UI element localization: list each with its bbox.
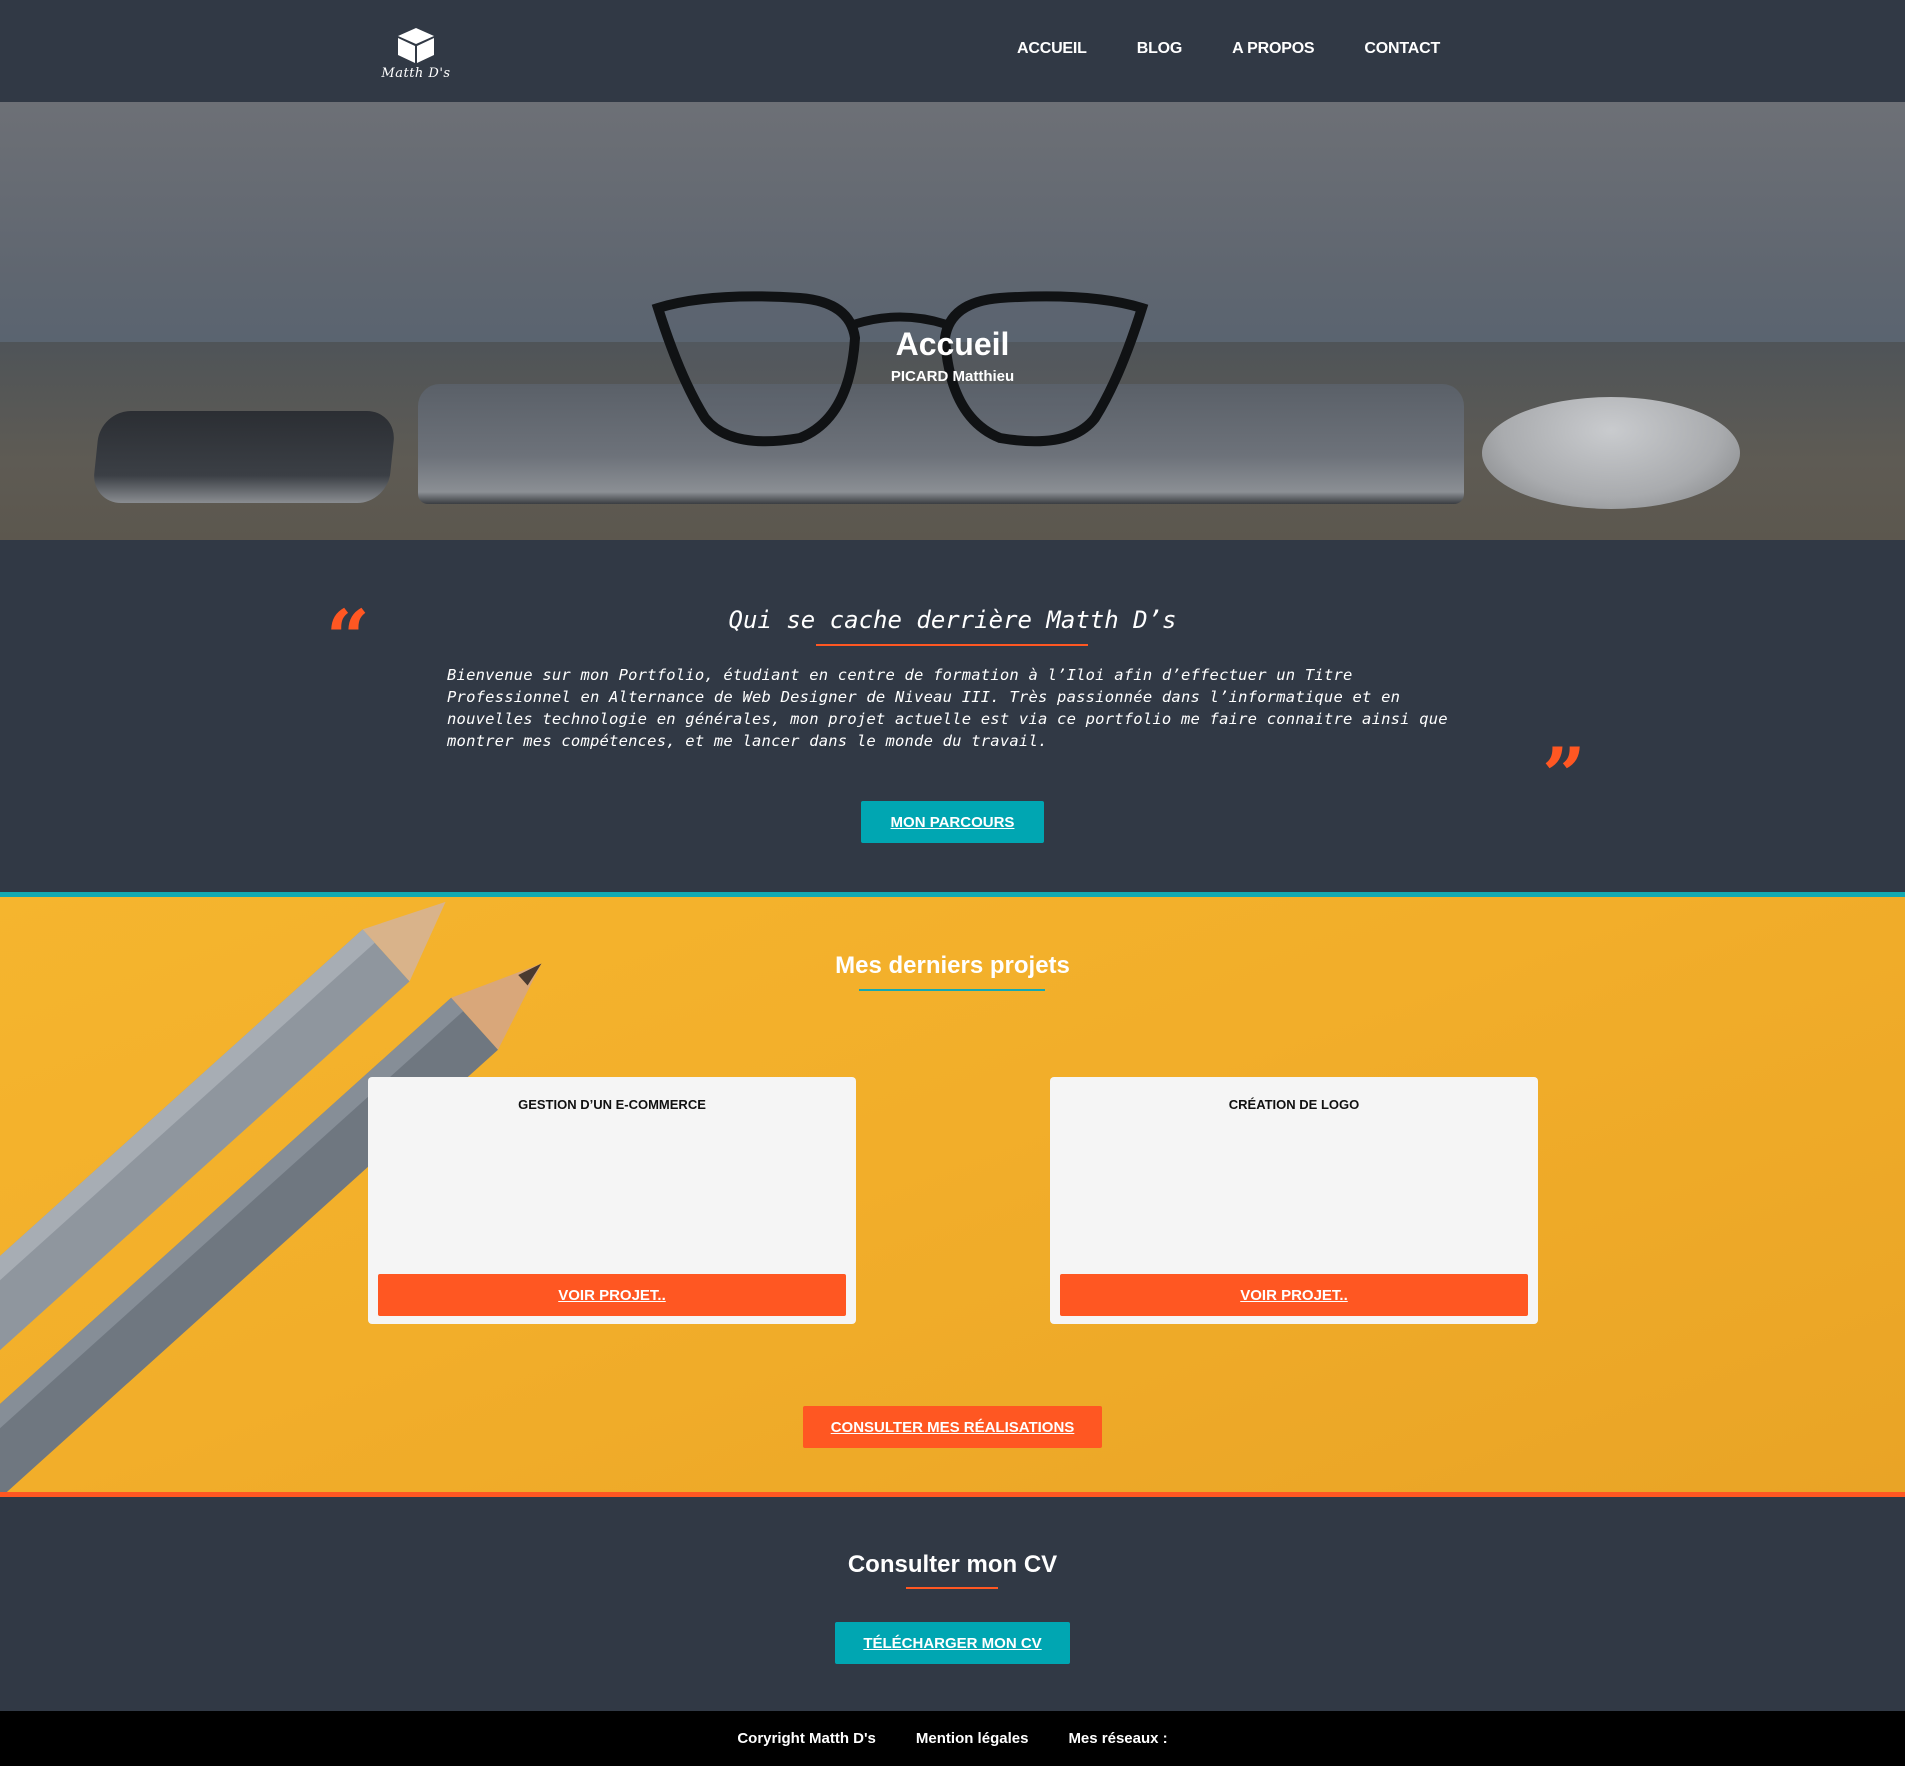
hero-banner: Accueil PICARD Matthieu — [0, 102, 1905, 540]
hero-title: Accueil — [895, 326, 1010, 362]
footer-social-label: Mes réseaux : — [1068, 1730, 1168, 1747]
nav-accueil[interactable]: ACCUEIL — [1017, 40, 1087, 58]
hero-subtitle: PICARD Matthieu — [890, 368, 1015, 385]
nav-contact[interactable]: CONTACT — [1364, 40, 1440, 58]
voir-projet-button[interactable]: VOIR PROJET.. — [378, 1274, 846, 1316]
project-card-logo: CRÉATION DE LOGO VOIR PROJET.. — [1050, 1077, 1538, 1324]
cv-title-underline — [906, 1587, 998, 1589]
site-header: Matth D's ACCUEIL BLOG A PROPOS CONTACT — [0, 0, 1905, 102]
cv-section: Consulter mon CV TÉLÉCHARGER MON CV — [0, 1497, 1905, 1711]
project-card-ecommerce: GESTION D’UN E-COMMERCE VOIR PROJET.. — [368, 1077, 856, 1324]
quote-close-icon: ” — [1542, 731, 1586, 820]
logo-text: Matth D's — [381, 66, 451, 81]
nav-blog[interactable]: BLOG — [1137, 40, 1183, 58]
projects-title: Mes derniers projets — [835, 952, 1070, 979]
site-footer: Coryright Matth D's Mention légales Mes … — [0, 1711, 1905, 1766]
project-card-title: CRÉATION DE LOGO — [1228, 1097, 1360, 1112]
cv-title: Consulter mon CV — [847, 1551, 1058, 1578]
main-nav: ACCUEIL BLOG A PROPOS CONTACT — [1017, 40, 1440, 58]
projects-title-underline — [859, 989, 1045, 991]
cube-logo-icon — [398, 28, 434, 63]
footer-legal-link[interactable]: Mention légales — [916, 1730, 1029, 1747]
about-section: “ Qui se cache derrière Matth D’s Bienve… — [0, 540, 1905, 892]
footer-copyright: Coryright Matth D's — [737, 1730, 876, 1747]
consulter-realisations-button[interactable]: CONSULTER MES RÉALISATIONS — [803, 1406, 1102, 1448]
project-card-title: GESTION D’UN E-COMMERCE — [518, 1097, 706, 1112]
voir-projet-button[interactable]: VOIR PROJET.. — [1060, 1274, 1528, 1316]
hero-phone-image — [91, 411, 397, 503]
hero-mouse-image — [1482, 397, 1740, 509]
nav-a-propos[interactable]: A PROPOS — [1232, 40, 1314, 58]
about-text: Bienvenue sur mon Portfolio, étudiant en… — [447, 666, 1448, 750]
about-title: Qui se cache derrière Matth D’s — [728, 606, 1177, 634]
mon-parcours-button[interactable]: MON PARCOURS — [861, 801, 1044, 843]
projects-section: Mes derniers projets GESTION D’UN E-COMM… — [0, 892, 1905, 1497]
telecharger-cv-button[interactable]: TÉLÉCHARGER MON CV — [835, 1622, 1070, 1664]
site-logo[interactable]: Matth D's — [378, 26, 454, 88]
about-title-underline — [816, 644, 1088, 646]
